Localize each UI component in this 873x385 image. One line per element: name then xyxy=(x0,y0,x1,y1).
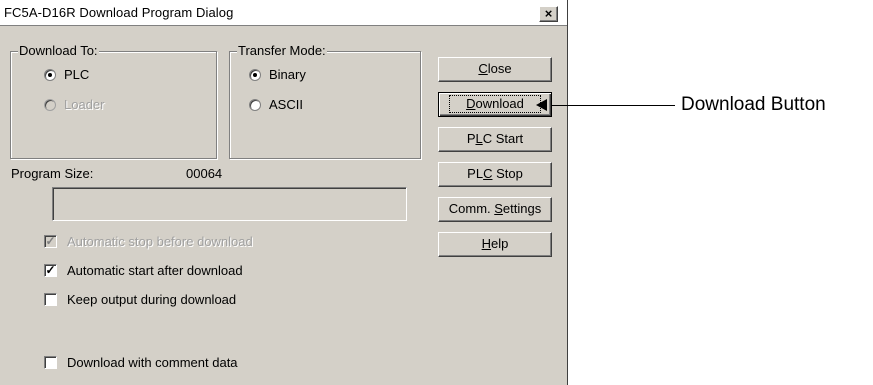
help-mnemonic: H xyxy=(481,236,492,251)
program-size-value: 00064 xyxy=(186,166,223,181)
checkbox-keep-output[interactable]: Keep output during download xyxy=(44,292,236,307)
plc-stop-button[interactable]: PLC Stop xyxy=(438,162,552,187)
radio-button-icon xyxy=(249,98,261,111)
download-to-label: Download To: xyxy=(18,43,99,58)
radio-download-to-plc[interactable]: PLC xyxy=(44,67,89,82)
checkbox-auto-stop: ✓ Automatic stop before download xyxy=(44,234,253,249)
download-rest: ownload xyxy=(475,96,524,111)
radio-plc-label: PLC xyxy=(64,67,90,82)
checkbox-auto-start-label: Automatic start after download xyxy=(67,263,243,278)
checkbox-auto-stop-label: Automatic stop before download xyxy=(67,234,253,249)
comm-settings-rest: ettings xyxy=(502,201,542,216)
checkbox-auto-start[interactable]: ✓ Automatic start after download xyxy=(44,263,243,278)
comm-settings-button[interactable]: Comm. Settings xyxy=(438,197,552,222)
close-button[interactable]: Close xyxy=(438,57,552,82)
radio-button-icon xyxy=(44,98,56,111)
callout-line xyxy=(552,105,675,106)
checkbox-comment-data-label: Download with comment data xyxy=(67,355,238,370)
checkbox-keep-output-label: Keep output during download xyxy=(67,292,237,307)
plc-stop-pre: PL xyxy=(467,166,484,181)
checkbox-checked-icon: ✓ xyxy=(44,263,57,277)
dialog-title: FC5A-D16R Download Program Dialog xyxy=(4,5,234,20)
radio-transfer-binary[interactable]: Binary xyxy=(249,67,306,82)
checkbox-icon xyxy=(44,356,57,369)
titlebar-close-button[interactable]: × xyxy=(539,6,558,22)
radio-loader-label: Loader xyxy=(64,97,105,112)
radio-ascii-label: ASCII xyxy=(269,97,303,112)
comm-settings-pre: Comm. xyxy=(448,201,495,216)
plc-start-rest: C Start xyxy=(482,131,524,146)
close-rest: lose xyxy=(487,61,512,76)
radio-binary-label: Binary xyxy=(269,67,306,82)
download-progress-bar xyxy=(52,187,407,221)
checkbox-icon xyxy=(44,293,57,306)
program-size-label: Program Size: xyxy=(11,166,94,181)
radio-button-icon xyxy=(249,68,261,81)
help-button[interactable]: Help xyxy=(438,232,552,257)
plc-start-mnemonic: L xyxy=(475,131,483,146)
comm-settings-mnemonic: S xyxy=(494,201,503,216)
close-icon: × xyxy=(544,6,553,21)
radio-button-icon xyxy=(44,68,56,81)
help-rest: elp xyxy=(491,236,509,251)
download-button[interactable]: Download xyxy=(438,92,552,117)
checkbox-checked-icon: ✓ xyxy=(44,234,57,248)
download-to-group: Download To: xyxy=(10,43,217,159)
plc-start-button[interactable]: PLC Start xyxy=(438,127,552,152)
radio-transfer-ascii[interactable]: ASCII xyxy=(249,97,303,112)
transfer-mode-label: Transfer Mode: xyxy=(237,43,327,58)
download-program-dialog: FC5A-D16R Download Program Dialog × Down… xyxy=(0,0,568,385)
checkbox-comment-data[interactable]: Download with comment data xyxy=(44,355,238,370)
download-focus-rect: Download xyxy=(449,95,541,113)
close-mnemonic: C xyxy=(478,61,488,76)
plc-stop-rest: Stop xyxy=(492,166,523,181)
radio-download-to-loader: Loader xyxy=(44,97,104,112)
callout-label: Download Button xyxy=(681,94,826,115)
dialog-titlebar: FC5A-D16R Download Program Dialog × xyxy=(0,0,567,26)
callout-arrow-icon xyxy=(536,99,547,111)
